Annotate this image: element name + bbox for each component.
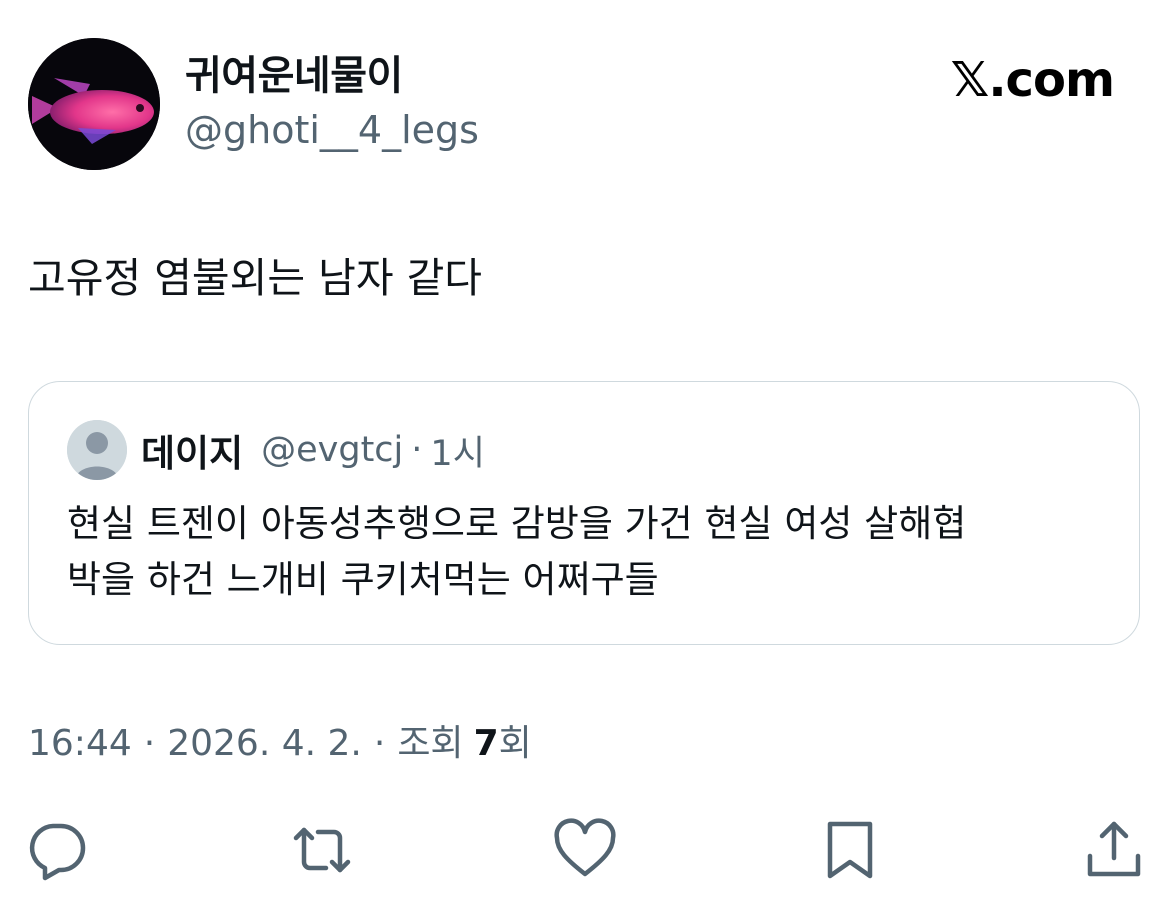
quoted-timestamp[interactable]: 1시 (430, 425, 484, 476)
tweet-text: 고유정 염불외는 남자 같다 (28, 254, 483, 302)
reply-icon (29, 823, 86, 881)
like-button[interactable] (553, 818, 617, 882)
retweet-button[interactable] (290, 818, 354, 882)
quoted-author-handle[interactable]: @evgtcj (261, 430, 403, 470)
author-avatar[interactable] (28, 38, 160, 170)
bookmark-button[interactable] (818, 818, 882, 882)
default-avatar-icon (67, 420, 127, 480)
fish-avatar-icon (28, 38, 160, 170)
views-label: 조회 (397, 723, 464, 764)
views-count: 7 (473, 723, 499, 764)
views-suffix: 회 (498, 723, 532, 764)
quoted-tweet-header: 데이지 @evgtcj · 1시 (141, 423, 485, 477)
share-button[interactable] (1082, 818, 1146, 882)
retweet-icon (293, 827, 351, 873)
tweet-date[interactable]: 2026. 4. 2. (167, 720, 362, 768)
meta-separator: · (373, 723, 386, 764)
quoted-author-name[interactable]: 데이지 (141, 423, 243, 477)
quoted-separator: · (411, 430, 423, 470)
tweet-meta: 16:44 · 2026. 4. 2. · 조회 7 회 (28, 720, 532, 768)
quoted-author-avatar[interactable] (67, 420, 127, 480)
tweet-time[interactable]: 16:44 (28, 720, 132, 768)
brand-logo: 𝕏.com (950, 52, 1115, 108)
quoted-tweet-card[interactable]: 데이지 @evgtcj · 1시 현실 트젠이 아동성추행으로 감방을 가건 현… (28, 381, 1140, 645)
meta-separator: · (143, 723, 156, 764)
share-icon (1087, 821, 1141, 877)
author-handle[interactable]: @ghoti__4_legs (185, 106, 479, 154)
bookmark-icon (827, 821, 873, 879)
author-display-name[interactable]: 귀여운네물이 (185, 52, 403, 100)
like-icon (554, 818, 616, 877)
action-bar (0, 818, 1170, 882)
quoted-tweet-text: 현실 트젠이 아동성추행으로 감방을 가건 현실 여성 살해협 박을 하건 느개… (67, 502, 967, 601)
reply-button[interactable] (25, 818, 89, 882)
